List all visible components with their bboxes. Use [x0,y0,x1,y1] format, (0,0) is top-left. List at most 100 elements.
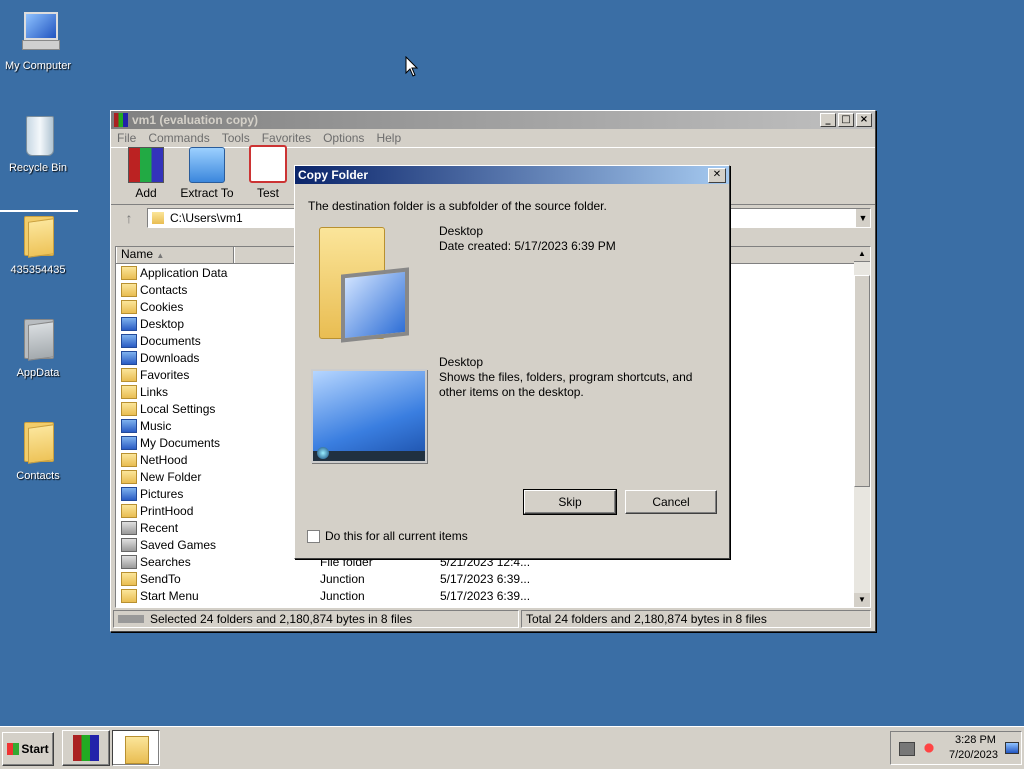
desktop-icon-recycle-bin[interactable]: Recycle Bin [0,112,76,174]
file-name: Local Settings [140,401,216,416]
menu-bar: File Commands Tools Favorites Options He… [111,129,875,147]
test-button[interactable]: Test [239,145,297,204]
source-name: Desktop [439,224,484,238]
window-title: vm1 (evaluation copy) [132,113,259,127]
desktop-icon-folder-435354435[interactable]: 435354435 [0,214,76,276]
menu-tools[interactable]: Tools [216,131,256,145]
mouse-cursor-icon [405,55,419,81]
file-name: Links [140,384,169,399]
start-button[interactable]: Start [2,732,54,766]
apply-all-label[interactable]: Do this for all current items [325,529,468,543]
folder-icon [121,537,137,552]
desktop-preview-icon [311,369,427,463]
folder-icon [121,520,137,535]
status-left-text: Selected 24 folders and 2,180,874 bytes … [150,611,413,626]
folder-icon [121,401,137,416]
folder-icon [125,736,149,764]
add-label: Add [135,186,157,200]
desktop-icon-appdata[interactable]: AppData [0,317,76,379]
extract-to-button[interactable]: Extract To [175,147,239,204]
table-row[interactable]: Start Menu Junction 5/17/2023 6:39... [116,587,870,604]
network-icon[interactable] [899,742,915,756]
drive-icon [118,615,144,623]
file-name: Saved Games [140,537,217,552]
status-bar: Selected 24 folders and 2,180,874 bytes … [113,610,871,628]
address-dropdown-button[interactable]: ▼ [856,209,870,227]
menu-favorites[interactable]: Favorites [256,131,317,145]
file-name: My Documents [140,435,221,450]
show-desktop-icon[interactable] [1005,742,1019,754]
vertical-scrollbar[interactable]: ▲ ▼ [854,247,870,607]
folder-icon [121,435,137,450]
dest-detail: Shows the files, folders, program shortc… [439,370,693,399]
menu-options[interactable]: Options [317,131,370,145]
folder-icon [121,384,137,399]
clock-time[interactable]: 3:28 PM [955,734,996,746]
scroll-up-button[interactable]: ▲ [854,247,870,262]
clock-date[interactable]: 7/20/2023 [949,749,998,761]
desktop-selection-line [0,210,78,212]
file-name: Cookies [140,299,184,314]
menu-commands[interactable]: Commands [142,131,215,145]
copy-folder-dialog[interactable]: Copy Folder ✕ The destination folder is … [294,165,730,559]
source-detail: Date created: 5/17/2023 6:39 PM [439,239,616,253]
winrar-icon [73,735,99,761]
scroll-thumb[interactable] [854,275,870,487]
file-type: Junction [320,588,365,603]
desktop-icon-my-computer[interactable]: My Computer [0,10,76,72]
my-computer-icon [18,10,60,56]
close-button[interactable]: × [856,113,872,127]
start-label: Start [21,742,49,756]
file-modified: 5/17/2023 6:39... [440,588,531,603]
menu-file[interactable]: File [111,131,142,145]
file-name: SendTo [140,571,181,586]
folder-icon [18,420,58,466]
folder-icon [121,486,137,501]
file-name: Recent [140,520,179,535]
desktop-icon-label: My Computer [4,60,72,72]
system-tray: 3:28 PM 7/20/2023 [890,731,1022,765]
apply-all-checkbox[interactable] [307,530,320,543]
column-header-name[interactable]: Name ▲ [116,247,234,263]
desktop-icon-contacts[interactable]: Contacts [0,420,76,482]
status-left: Selected 24 folders and 2,180,874 bytes … [113,610,519,628]
windows-logo-icon [7,743,20,755]
up-arrow-icon[interactable]: ↑ [111,210,147,226]
file-name: PrintHood [140,503,194,518]
folder-icon [152,212,164,224]
winrar-titlebar[interactable]: vm1 (evaluation copy) _ □ × [111,111,875,129]
taskbar: Start 3:28 PM 7/20/2023 [0,726,1024,769]
skip-button[interactable]: Skip [523,489,617,515]
file-name: NetHood [140,452,188,467]
volume-muted-icon[interactable] [921,740,937,756]
folder-icon [121,299,137,314]
folder-icon [18,317,58,363]
folder-icon [18,214,58,260]
folder-icon [121,282,137,297]
file-name: Searches [140,554,191,569]
file-name: Application Data [140,265,228,280]
scroll-down-button[interactable]: ▼ [854,593,870,607]
dialog-titlebar[interactable]: Copy Folder ✕ [295,166,729,184]
folder-icon [121,588,137,603]
desktop-icon-label: 435354435 [10,264,66,276]
maximize-button[interactable]: □ [838,113,854,127]
folder-icon [121,554,137,569]
minimize-button[interactable]: _ [820,113,836,127]
dialog-close-button[interactable]: ✕ [708,167,726,183]
table-row[interactable]: SendTo Junction 5/17/2023 6:39... [116,570,870,587]
folder-icon [121,452,137,467]
add-button[interactable]: Add [117,147,175,204]
status-right: Total 24 folders and 2,180,874 bytes in … [521,610,871,628]
folder-icon [121,350,137,365]
taskbar-folder-button[interactable] [112,730,160,766]
dialog-title: Copy Folder [298,168,369,182]
folder-icon [121,265,137,280]
file-name: New Folder [140,469,202,484]
file-name: Desktop [140,316,185,331]
menu-help[interactable]: Help [370,131,407,145]
folder-icon [121,316,137,331]
taskbar-winrar-button[interactable] [62,730,110,766]
sort-arrow-icon: ▲ [156,251,165,260]
cancel-button[interactable]: Cancel [625,490,717,514]
